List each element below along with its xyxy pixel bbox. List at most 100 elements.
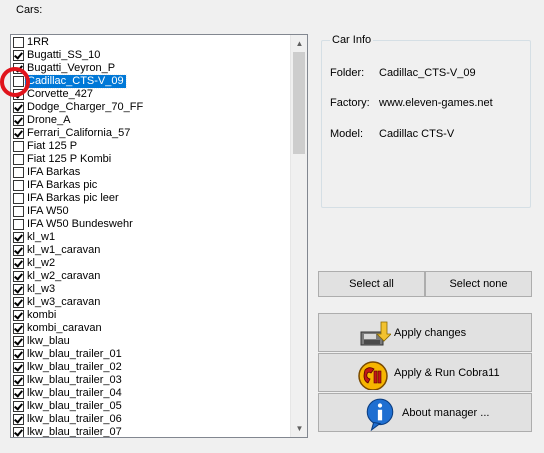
car-list-item[interactable]: IFA W50 Bundeswehr bbox=[11, 218, 293, 231]
car-name: kl_w3 bbox=[27, 283, 56, 295]
car-name: IFA Barkas pic leer bbox=[27, 192, 119, 204]
car-checkbox[interactable] bbox=[13, 206, 24, 217]
car-list-item[interactable]: IFA Barkas bbox=[11, 166, 293, 179]
car-name: Fiat 125 P bbox=[27, 140, 78, 152]
car-list-item[interactable]: kl_w3_caravan bbox=[11, 296, 293, 309]
car-list-item[interactable]: Ferrari_California_57 bbox=[11, 127, 293, 140]
car-list-item[interactable]: 1RR bbox=[11, 36, 293, 49]
car-checkbox[interactable] bbox=[13, 63, 24, 74]
select-none-label: Select none bbox=[449, 278, 508, 290]
car-checkbox[interactable] bbox=[13, 141, 24, 152]
car-checkbox[interactable] bbox=[13, 271, 24, 282]
car-checkbox[interactable] bbox=[13, 167, 24, 178]
car-name: Corvette_427 bbox=[27, 88, 94, 100]
car-list-item[interactable]: Fiat 125 P Kombi bbox=[11, 153, 293, 166]
car-list-item[interactable]: lkw_blau_trailer_01 bbox=[11, 348, 293, 361]
about-manager-label: About manager ... bbox=[402, 407, 490, 419]
car-list-item[interactable]: Fiat 125 P bbox=[11, 140, 293, 153]
car-checkbox[interactable] bbox=[13, 180, 24, 191]
car-list-item[interactable]: IFA Barkas pic bbox=[11, 179, 293, 192]
car-checkbox[interactable] bbox=[13, 310, 24, 321]
car-checkbox[interactable] bbox=[13, 193, 24, 204]
car-checkbox[interactable] bbox=[13, 128, 24, 139]
factory-label: Factory: bbox=[330, 97, 370, 109]
car-list-item[interactable]: lkw_blau_trailer_03 bbox=[11, 374, 293, 387]
cars-legend: Cars: bbox=[14, 3, 45, 17]
car-list-item[interactable]: Dodge_Charger_70_FF bbox=[11, 101, 293, 114]
car-name: lkw_blau bbox=[27, 335, 70, 347]
car-list-item[interactable]: lkw_blau_trailer_06 bbox=[11, 413, 293, 426]
car-checkbox[interactable] bbox=[13, 115, 24, 126]
car-checkbox[interactable] bbox=[13, 362, 24, 373]
cars-listbox[interactable]: 1RR Bugatti_SS_10 Bugatti_Veyron_P Cadillac… bbox=[10, 34, 308, 438]
car-list-item[interactable]: lkw_blau_trailer_07 bbox=[11, 426, 293, 437]
car-checkbox[interactable] bbox=[13, 232, 24, 243]
apply-changes-button[interactable]: Apply changes bbox=[318, 313, 532, 352]
car-list-item[interactable]: kl_w1 bbox=[11, 231, 293, 244]
car-checkbox[interactable] bbox=[13, 401, 24, 412]
car-list-item[interactable]: Cadillac_CTS-V_09 bbox=[11, 74, 293, 89]
car-list-item[interactable]: Bugatti_Veyron_P bbox=[11, 62, 293, 75]
car-list-item[interactable]: kombi bbox=[11, 309, 293, 322]
car-list-item[interactable]: Drone_A bbox=[11, 114, 293, 127]
factory-value: www.eleven-games.net bbox=[379, 97, 493, 109]
cars-scrollbar[interactable]: ▲ ▼ bbox=[290, 35, 307, 437]
cars-list: 1RR Bugatti_SS_10 Bugatti_Veyron_P Cadillac… bbox=[11, 36, 293, 437]
car-name: 1RR bbox=[27, 36, 50, 48]
apply-changes-label: Apply changes bbox=[394, 327, 467, 339]
car-list-item[interactable]: IFA Barkas pic leer bbox=[11, 192, 293, 205]
car-checkbox[interactable] bbox=[13, 154, 24, 165]
car-name: lkw_blau_trailer_02 bbox=[27, 361, 122, 373]
scroll-thumb[interactable] bbox=[293, 52, 305, 154]
car-checkbox[interactable] bbox=[13, 414, 24, 425]
about-manager-button[interactable]: About manager ... bbox=[318, 393, 532, 432]
car-checkbox[interactable] bbox=[13, 37, 24, 48]
car-checkbox[interactable] bbox=[13, 219, 24, 230]
car-list-item[interactable]: lkw_blau_trailer_05 bbox=[11, 400, 293, 413]
car-info-groupbox: Car Info Folder: Cadillac_CTS-V_09 Facto… bbox=[321, 33, 531, 208]
select-all-button[interactable]: Select all bbox=[318, 271, 425, 297]
cobra11-logo-icon bbox=[358, 361, 388, 390]
apply-run-cobra11-button[interactable]: Apply & Run Cobra11 bbox=[318, 353, 532, 392]
select-none-button[interactable]: Select none bbox=[425, 271, 532, 297]
scroll-up-arrow-icon[interactable]: ▲ bbox=[291, 35, 307, 52]
car-name: lkw_blau_trailer_03 bbox=[27, 374, 122, 386]
car-name: IFA Barkas bbox=[27, 166, 81, 178]
car-checkbox[interactable] bbox=[13, 76, 24, 87]
car-list-item[interactable]: Corvette_427 bbox=[11, 88, 293, 101]
car-name: lkw_blau_trailer_05 bbox=[27, 400, 122, 412]
scroll-down-arrow-icon[interactable]: ▼ bbox=[291, 420, 307, 437]
car-name: kombi_caravan bbox=[27, 322, 102, 334]
car-name: Bugatti_SS_10 bbox=[27, 49, 101, 61]
car-list-item[interactable]: lkw_blau_trailer_02 bbox=[11, 361, 293, 374]
car-checkbox[interactable] bbox=[13, 427, 24, 437]
car-list-item[interactable]: Bugatti_SS_10 bbox=[11, 49, 293, 62]
info-icon bbox=[366, 398, 394, 431]
car-checkbox[interactable] bbox=[13, 258, 24, 269]
car-list-item[interactable]: kl_w3 bbox=[11, 283, 293, 296]
car-list-item[interactable]: kombi_caravan bbox=[11, 322, 293, 335]
car-checkbox[interactable] bbox=[13, 336, 24, 347]
car-name: kl_w3_caravan bbox=[27, 296, 101, 308]
model-value: Cadillac CTS-V bbox=[379, 128, 455, 140]
car-name: Bugatti_Veyron_P bbox=[27, 62, 116, 74]
car-list-item[interactable]: lkw_blau bbox=[11, 335, 293, 348]
car-checkbox[interactable] bbox=[13, 297, 24, 308]
car-checkbox[interactable] bbox=[13, 89, 24, 100]
car-list-item[interactable]: kl_w2 bbox=[11, 257, 293, 270]
car-list-item[interactable]: kl_w1_caravan bbox=[11, 244, 293, 257]
car-checkbox[interactable] bbox=[13, 102, 24, 113]
car-checkbox[interactable] bbox=[13, 388, 24, 399]
car-info-legend: Car Info bbox=[330, 33, 374, 47]
car-name: lkw_blau_trailer_04 bbox=[27, 387, 122, 399]
car-list-item[interactable]: kl_w2_caravan bbox=[11, 270, 293, 283]
car-name: Cadillac_CTS-V_09 bbox=[24, 74, 127, 89]
car-checkbox[interactable] bbox=[13, 349, 24, 360]
car-checkbox[interactable] bbox=[13, 284, 24, 295]
car-checkbox[interactable] bbox=[13, 375, 24, 386]
car-checkbox[interactable] bbox=[13, 245, 24, 256]
car-list-item[interactable]: lkw_blau_trailer_04 bbox=[11, 387, 293, 400]
car-checkbox[interactable] bbox=[13, 50, 24, 61]
car-list-item[interactable]: IFA W50 bbox=[11, 205, 293, 218]
car-checkbox[interactable] bbox=[13, 323, 24, 334]
